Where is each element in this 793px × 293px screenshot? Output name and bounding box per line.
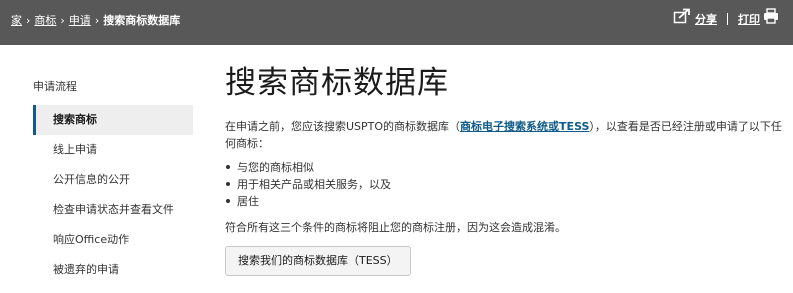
breadcrumb-separator: › (26, 14, 31, 27)
breadcrumb: 家 › 商标 › 申请 › 搜索商标数据库 (11, 14, 180, 28)
share-label: 分享 (695, 13, 717, 26)
list-item: 用于相关产品或相关服务，以及 (225, 176, 785, 193)
criteria-list: 与您的商标相似 用于相关产品或相关服务，以及 居住 (225, 159, 785, 210)
main-content: 搜索商标数据库 在申请之前，您应该搜索USPTO的商标数据库（商标电子搜索系统或… (225, 62, 785, 276)
list-item: 与您的商标相似 (225, 159, 785, 176)
action-divider (727, 13, 728, 25)
printer-icon (764, 8, 778, 24)
sidebar-item-label: 公开信息的公开 (53, 173, 130, 186)
tess-link[interactable]: 商标电子搜索系统或TESS (460, 120, 589, 133)
bullet-icon (226, 182, 230, 186)
page-title: 搜索商标数据库 (225, 65, 449, 101)
top-bar: 家 › 商标 › 申请 › 搜索商标数据库 分享 打印 (0, 0, 793, 45)
warning-paragraph: 符合所有这三个条件的商标将阻止您的商标注册，因为这会造成混淆。 (225, 221, 566, 234)
sidebar-item-abandoned-application[interactable]: 被遗弃的申请 (33, 255, 193, 285)
breadcrumb-current: 搜索商标数据库 (103, 14, 181, 27)
sidebar-item-office-action[interactable]: 响应Office动作 (33, 225, 193, 255)
sidebar-heading: 申请流程 (33, 80, 77, 93)
breadcrumb-home-link[interactable]: 家 (11, 14, 22, 28)
print-label: 打印 (738, 13, 760, 26)
sidebar-item-label: 搜索商标 (53, 113, 97, 126)
criteria-text: 与您的商标相似 (237, 161, 314, 174)
intro-text-before: 在申请之前，您应该搜索USPTO的商标数据库（ (225, 120, 461, 133)
criteria-text: 居住 (237, 195, 259, 208)
bullet-icon (226, 165, 230, 169)
intro-paragraph: 在申请之前，您应该搜索USPTO的商标数据库（商标电子搜索系统或TESS），以查… (225, 118, 785, 152)
sidebar-nav: 申请流程 搜索商标 线上申请 公开信息的公开 检查申请状态并查看文件 响应Off… (33, 80, 193, 285)
breadcrumb-separator: › (94, 14, 100, 27)
sidebar-item-check-status[interactable]: 检查申请状态并查看文件 (33, 195, 193, 225)
list-item: 居住 (225, 193, 785, 210)
share-button[interactable]: 分享 (673, 8, 717, 26)
criteria-text: 用于相关产品或相关服务，以及 (237, 178, 391, 191)
search-database-button[interactable]: 搜索我们的商标数据库（TESS） (225, 246, 411, 276)
bullet-icon (226, 199, 230, 203)
page: 家 › 商标 › 申请 › 搜索商标数据库 分享 打印 申请流程 搜索商标 线上… (0, 0, 793, 293)
sidebar-item-search-trademark[interactable]: 搜索商标 (33, 105, 193, 135)
breadcrumb-trademarks-link[interactable]: 商标 (34, 14, 56, 28)
breadcrumb-apply-link[interactable]: 申请 (69, 14, 91, 28)
share-icon (673, 8, 690, 24)
sidebar-item-label: 检查申请状态并查看文件 (53, 203, 174, 216)
print-button[interactable]: 打印 (738, 8, 779, 26)
breadcrumb-separator: › (60, 14, 65, 27)
sidebar-item-public-disclosure[interactable]: 公开信息的公开 (33, 165, 193, 195)
sidebar-item-label: 被遗弃的申请 (53, 263, 119, 276)
top-actions: 分享 打印 (673, 8, 779, 26)
sidebar-item-online-application[interactable]: 线上申请 (33, 135, 193, 165)
sidebar-item-label: 响应Office动作 (53, 233, 130, 246)
sidebar-item-label: 线上申请 (53, 143, 97, 156)
